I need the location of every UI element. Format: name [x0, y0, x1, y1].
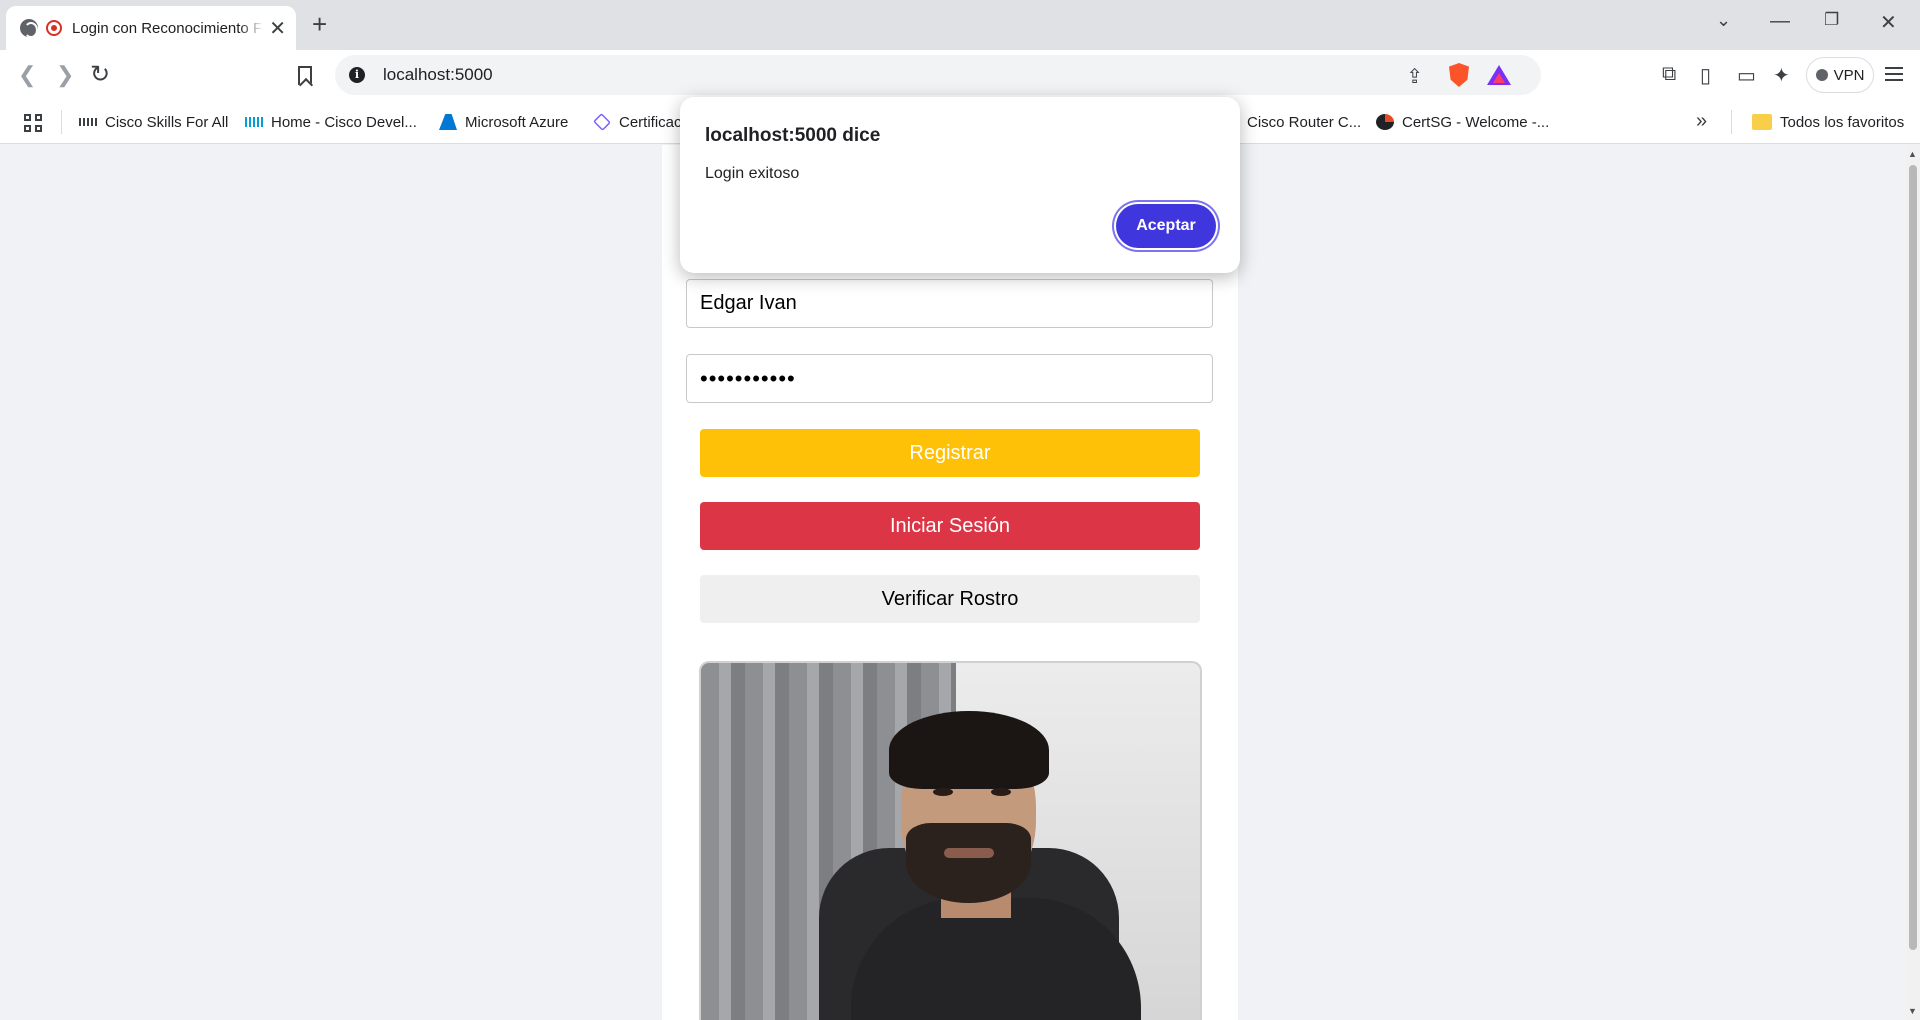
restore-icon[interactable]: ❐ [1824, 10, 1839, 30]
leo-ai-icon[interactable]: ✦ [1773, 63, 1790, 88]
reload-icon[interactable]: ↻ [90, 60, 110, 89]
sidebar-icon[interactable]: ▯ [1700, 63, 1711, 88]
wallet-icon[interactable]: ▭ [1737, 63, 1756, 88]
login-button[interactable]: Iniciar Sesión [700, 502, 1200, 550]
more-bookmarks-icon[interactable]: » [1696, 110, 1707, 133]
register-button[interactable]: Registrar [700, 429, 1200, 477]
accept-button[interactable]: Aceptar [1116, 204, 1216, 248]
browser-tab[interactable]: Login con Reconocimiento Facial ✕ [6, 6, 296, 50]
tab-search-icon[interactable]: ⌄ [1716, 10, 1731, 31]
password-input[interactable]: ••••••••••• [686, 354, 1213, 403]
bookmarks-separator [1731, 110, 1732, 134]
bookmark-page-icon[interactable] [298, 66, 312, 85]
bookmark-label: Microsoft Azure [465, 113, 569, 131]
site-info-icon[interactable]: i [349, 67, 365, 83]
dialog-title: localhost:5000 dice [705, 125, 881, 146]
scroll-up-icon[interactable]: ▲ [1908, 149, 1917, 159]
bookmark-label: CertSG - Welcome -... [1402, 113, 1550, 131]
extensions-icon[interactable]: ⧉ [1662, 63, 1676, 86]
webcam-video [699, 661, 1202, 1020]
forward-icon[interactable]: ❯ [56, 62, 74, 88]
bookmark-microsoft-azure[interactable]: Microsoft Azure [439, 111, 568, 133]
share-icon[interactable]: ⇪ [1406, 64, 1423, 89]
video-person-eye [991, 788, 1011, 796]
vpn-button[interactable]: VPN [1806, 57, 1874, 93]
new-tab-button[interactable]: + [312, 9, 327, 40]
brave-rewards-icon[interactable] [1487, 65, 1511, 85]
vpn-label: VPN [1833, 66, 1865, 84]
close-tab-icon[interactable]: ✕ [269, 16, 286, 41]
video-person-beard [906, 823, 1031, 903]
dialog-message: Login exitoso [705, 165, 800, 182]
bookmark-certificac[interactable]: Certificac [592, 111, 682, 133]
brave-shields-icon[interactable] [1449, 63, 1469, 87]
alert-dialog: localhost:5000 dice Login exitoso Acepta… [680, 97, 1240, 273]
bookmark-label: Home - Cisco Devel... [271, 113, 417, 131]
bookmark-certsg[interactable]: CertSG - Welcome -... [1376, 111, 1549, 133]
bookmarks-separator [61, 110, 62, 134]
folder-icon [1752, 114, 1772, 130]
browser-toolbar: ❮ ❯ ↻ i localhost:5000 ⇪ ⧉ ▯ ▭ ✦ VPN [0, 50, 1920, 100]
username-value: Edgar Ivan [700, 292, 797, 314]
vpn-status-icon [1815, 69, 1828, 81]
certsg-icon [1376, 114, 1394, 130]
address-url[interactable]: localhost:5000 [383, 65, 493, 85]
video-person-mouth [944, 848, 994, 858]
all-bookmarks-folder[interactable]: Todos los favoritos [1752, 111, 1904, 133]
scroll-down-icon[interactable]: ▼ [1908, 1006, 1917, 1016]
main-menu-icon[interactable] [1885, 67, 1903, 81]
cisco-devnet-icon [245, 117, 263, 127]
address-bar[interactable]: i localhost:5000 ⇪ [335, 55, 1541, 95]
verify-face-button[interactable]: Verificar Rostro [700, 575, 1200, 623]
bookmark-label: Cisco Skills For All [105, 113, 229, 131]
site-globe-icon [20, 19, 38, 38]
tab-strip: Login con Reconocimiento Facial ✕ + ⌄ — … [0, 0, 1920, 50]
bookmark-label: Certificac [619, 113, 682, 131]
recording-icon [46, 20, 62, 36]
tab-title: Login con Reconocimiento Facial [72, 19, 263, 37]
video-person-hair [889, 711, 1049, 789]
cisco-icon [79, 118, 97, 126]
video-person-eye [933, 788, 953, 796]
apps-grid-icon[interactable] [24, 114, 42, 132]
close-window-icon[interactable]: ✕ [1880, 10, 1897, 35]
all-bookmarks-label: Todos los favoritos [1780, 113, 1905, 131]
bookmark-cisco-skills[interactable]: Cisco Skills For All [79, 111, 228, 133]
password-value: ••••••••••• [700, 365, 796, 391]
back-icon[interactable]: ❮ [18, 62, 36, 88]
bookmark-cisco-devnet[interactable]: Home - Cisco Devel... [245, 111, 417, 133]
scrollbar-thumb[interactable] [1909, 165, 1917, 950]
username-input[interactable]: Edgar Ivan [686, 279, 1213, 328]
bookmark-cisco-router[interactable]: Cisco Router C... [1247, 111, 1361, 133]
azure-icon [439, 114, 457, 130]
minimize-icon[interactable]: — [1770, 10, 1790, 33]
cube-icon [592, 112, 612, 132]
bookmark-label: Cisco Router C... [1247, 113, 1362, 131]
